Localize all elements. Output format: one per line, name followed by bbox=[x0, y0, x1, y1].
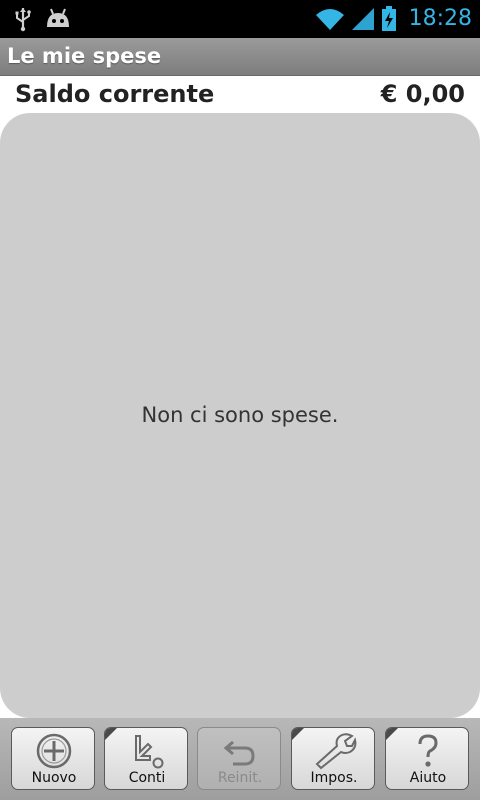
signal-icon bbox=[351, 7, 375, 31]
new-expense-label: Nuovo bbox=[31, 770, 77, 786]
help-label: Aiuto bbox=[409, 770, 447, 786]
wifi-icon bbox=[315, 7, 345, 31]
add-circle-icon bbox=[12, 732, 94, 770]
settings-label: Impos. bbox=[310, 770, 358, 786]
new-expense-button[interactable]: Nuovo bbox=[11, 727, 95, 790]
balance-label: Saldo corrente bbox=[15, 80, 215, 108]
balance-row: Saldo corrente € 0,00 bbox=[0, 76, 480, 114]
accounts-label: Conti bbox=[128, 770, 166, 786]
reset-label: Reinit. bbox=[217, 770, 263, 786]
app-title: Le mie spese bbox=[7, 44, 162, 68]
accounts-button[interactable]: Conti bbox=[104, 727, 188, 790]
android-debug-icon bbox=[44, 7, 72, 31]
help-icon bbox=[386, 732, 468, 770]
bottom-toolbar: Nuovo Conti Reinit. Impos. Aiuto bbox=[0, 718, 480, 800]
accounts-icon bbox=[105, 732, 187, 770]
reset-button[interactable]: Reinit. bbox=[197, 727, 281, 790]
status-bar: 18:28 bbox=[0, 0, 480, 38]
expense-list[interactable]: Non ci sono spese. bbox=[0, 113, 480, 718]
usb-icon bbox=[14, 6, 32, 32]
battery-charging-icon bbox=[381, 6, 397, 32]
title-bar: Le mie spese bbox=[0, 38, 480, 76]
undo-icon bbox=[198, 732, 280, 770]
help-button[interactable]: Aiuto bbox=[385, 727, 469, 790]
settings-button[interactable]: Impos. bbox=[291, 727, 375, 790]
balance-amount: € 0,00 bbox=[380, 80, 465, 108]
wrench-icon bbox=[292, 732, 374, 770]
clock: 18:28 bbox=[408, 6, 472, 31]
empty-list-message: Non ci sono spese. bbox=[141, 403, 339, 427]
